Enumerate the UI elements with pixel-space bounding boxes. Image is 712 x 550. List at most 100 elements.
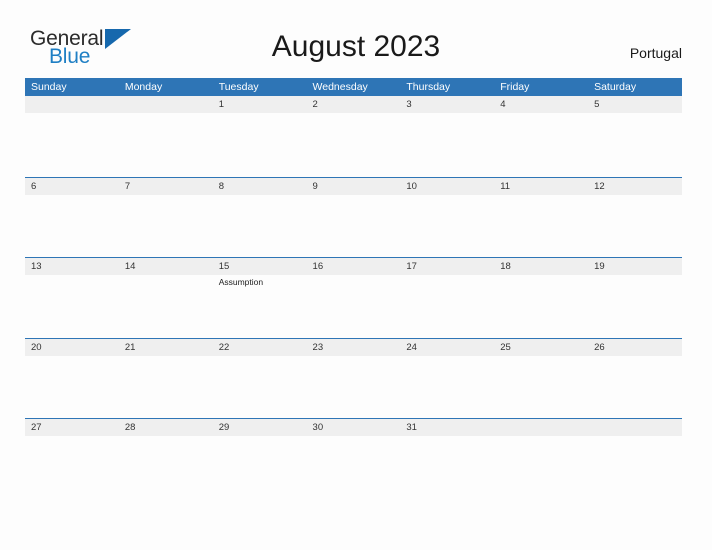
day-cell[interactable]: 14 — [118, 258, 213, 338]
weekday-header-row: Sunday Monday Tuesday Wednesday Thursday… — [25, 78, 682, 96]
day-cell[interactable]: 4 — [494, 96, 589, 176]
day-cell-empty — [588, 419, 682, 499]
day-events — [400, 275, 494, 277]
day-cell[interactable]: 2 — [306, 96, 401, 176]
day-cell[interactable]: 19 — [588, 258, 682, 338]
day-cell[interactable]: 29 — [212, 419, 307, 499]
day-events — [119, 436, 213, 438]
day-cell[interactable]: 18 — [494, 258, 589, 338]
day-number — [25, 96, 119, 113]
day-events — [25, 113, 119, 115]
day-events — [494, 195, 588, 197]
day-events — [400, 113, 494, 115]
calendar-week-row: 6 7 8 9 10 11 12 — [25, 176, 682, 258]
day-cell[interactable]: 31 — [400, 419, 495, 499]
day-cell-empty — [494, 419, 589, 499]
day-number: 14 — [118, 258, 213, 275]
holiday-label: Assumption — [218, 277, 264, 287]
day-cell[interactable]: 12 — [588, 177, 682, 258]
day-cell[interactable]: 24 — [400, 338, 495, 419]
week-cells: 20 21 22 23 24 25 26 — [25, 338, 682, 419]
day-cell[interactable]: 10 — [400, 177, 495, 258]
day-number: 30 — [306, 419, 401, 436]
day-number: 28 — [118, 419, 213, 436]
day-events — [307, 113, 401, 115]
day-number: 5 — [588, 96, 682, 113]
day-number: 23 — [306, 338, 401, 356]
day-events — [25, 275, 119, 277]
day-events — [119, 356, 213, 358]
day-number: 21 — [118, 338, 213, 356]
day-cell[interactable]: 23 — [306, 338, 401, 419]
country-label: Portugal — [629, 45, 682, 61]
day-cell[interactable]: 28 — [118, 419, 213, 499]
day-cell[interactable]: 16 — [306, 258, 401, 338]
day-events — [400, 436, 494, 438]
day-number: 25 — [494, 338, 589, 356]
day-number: 11 — [494, 177, 589, 195]
weekday-tuesday: Tuesday — [218, 81, 259, 93]
calendar-page: General Blue August 2023 Portugal Sunday… — [0, 0, 712, 550]
day-number: 13 — [25, 258, 119, 275]
weekday-friday: Friday — [500, 81, 530, 93]
day-number — [494, 419, 589, 436]
day-number: 17 — [400, 258, 495, 275]
day-number — [118, 96, 213, 113]
day-number: 29 — [212, 419, 307, 436]
calendar-week-row: 20 21 22 23 24 25 26 — [25, 337, 682, 419]
day-number: 26 — [588, 338, 682, 356]
day-events — [307, 356, 401, 358]
day-number: 24 — [400, 338, 495, 356]
day-events — [307, 436, 401, 438]
day-number: 3 — [400, 96, 495, 113]
day-cell[interactable]: 26 — [588, 338, 682, 419]
day-cell[interactable]: 27 — [25, 419, 119, 499]
day-events — [119, 275, 213, 277]
day-events — [494, 113, 588, 115]
calendar-week-row: 13 14 15 Assumption 16 17 18 19 — [25, 257, 682, 338]
day-number: 22 — [212, 338, 307, 356]
day-cell[interactable]: 30 — [306, 419, 401, 499]
day-number: 31 — [400, 419, 495, 436]
day-cell[interactable]: 11 — [494, 177, 589, 258]
day-events — [213, 195, 307, 197]
day-cell[interactable]: 6 — [25, 177, 119, 258]
day-number: 9 — [306, 177, 401, 195]
weekday-sunday: Sunday — [31, 81, 67, 93]
day-events — [494, 356, 588, 358]
week-cells: 12345 — [25, 96, 682, 176]
day-cell[interactable]: 25 — [494, 338, 589, 419]
calendar-weeks: 1 2 3 4 5 6 7 8 9 10 11 12 13 14 15 Assumption 16 17 18 19 2… — [25, 96, 682, 499]
day-number: 18 — [494, 258, 589, 275]
weekday-wednesday: Wednesday — [312, 81, 368, 93]
day-cell[interactable]: 22 — [212, 338, 307, 419]
day-events — [213, 356, 307, 358]
day-cell[interactable]: 5 — [588, 96, 682, 176]
day-cell[interactable]: 15 Assumption — [212, 258, 307, 338]
day-cell[interactable]: 8 — [212, 177, 307, 258]
day-events — [588, 436, 682, 438]
page-title: August 2023 — [271, 30, 441, 63]
day-cell[interactable]: 3 — [400, 96, 495, 176]
weekday-monday: Monday — [124, 81, 163, 93]
day-cell[interactable]: 9 — [306, 177, 401, 258]
calendar-week-row: 27 28 29 30 31 — [25, 418, 682, 499]
page-header: General Blue August 2023 Portugal — [0, 0, 712, 78]
day-events — [400, 356, 494, 358]
weekday-saturday: Saturday — [594, 81, 637, 93]
week-cells: 27 28 29 30 31 — [25, 419, 682, 499]
day-cell[interactable]: 7 — [118, 177, 213, 258]
week-cells: 13 14 15 Assumption 16 17 18 19 — [25, 258, 682, 338]
day-events — [588, 195, 682, 197]
day-number: 1 — [212, 96, 307, 113]
day-events — [213, 436, 307, 438]
day-cell[interactable]: 21 — [118, 338, 213, 419]
day-number: 2 — [306, 96, 401, 113]
day-cell-empty — [25, 96, 119, 176]
day-cell[interactable]: 1 — [212, 96, 307, 176]
day-events — [588, 356, 682, 358]
day-cell[interactable]: 17 — [400, 258, 495, 338]
day-number — [588, 419, 682, 436]
day-cell[interactable]: 13 — [25, 258, 119, 338]
day-cell[interactable]: 20 — [25, 338, 119, 419]
